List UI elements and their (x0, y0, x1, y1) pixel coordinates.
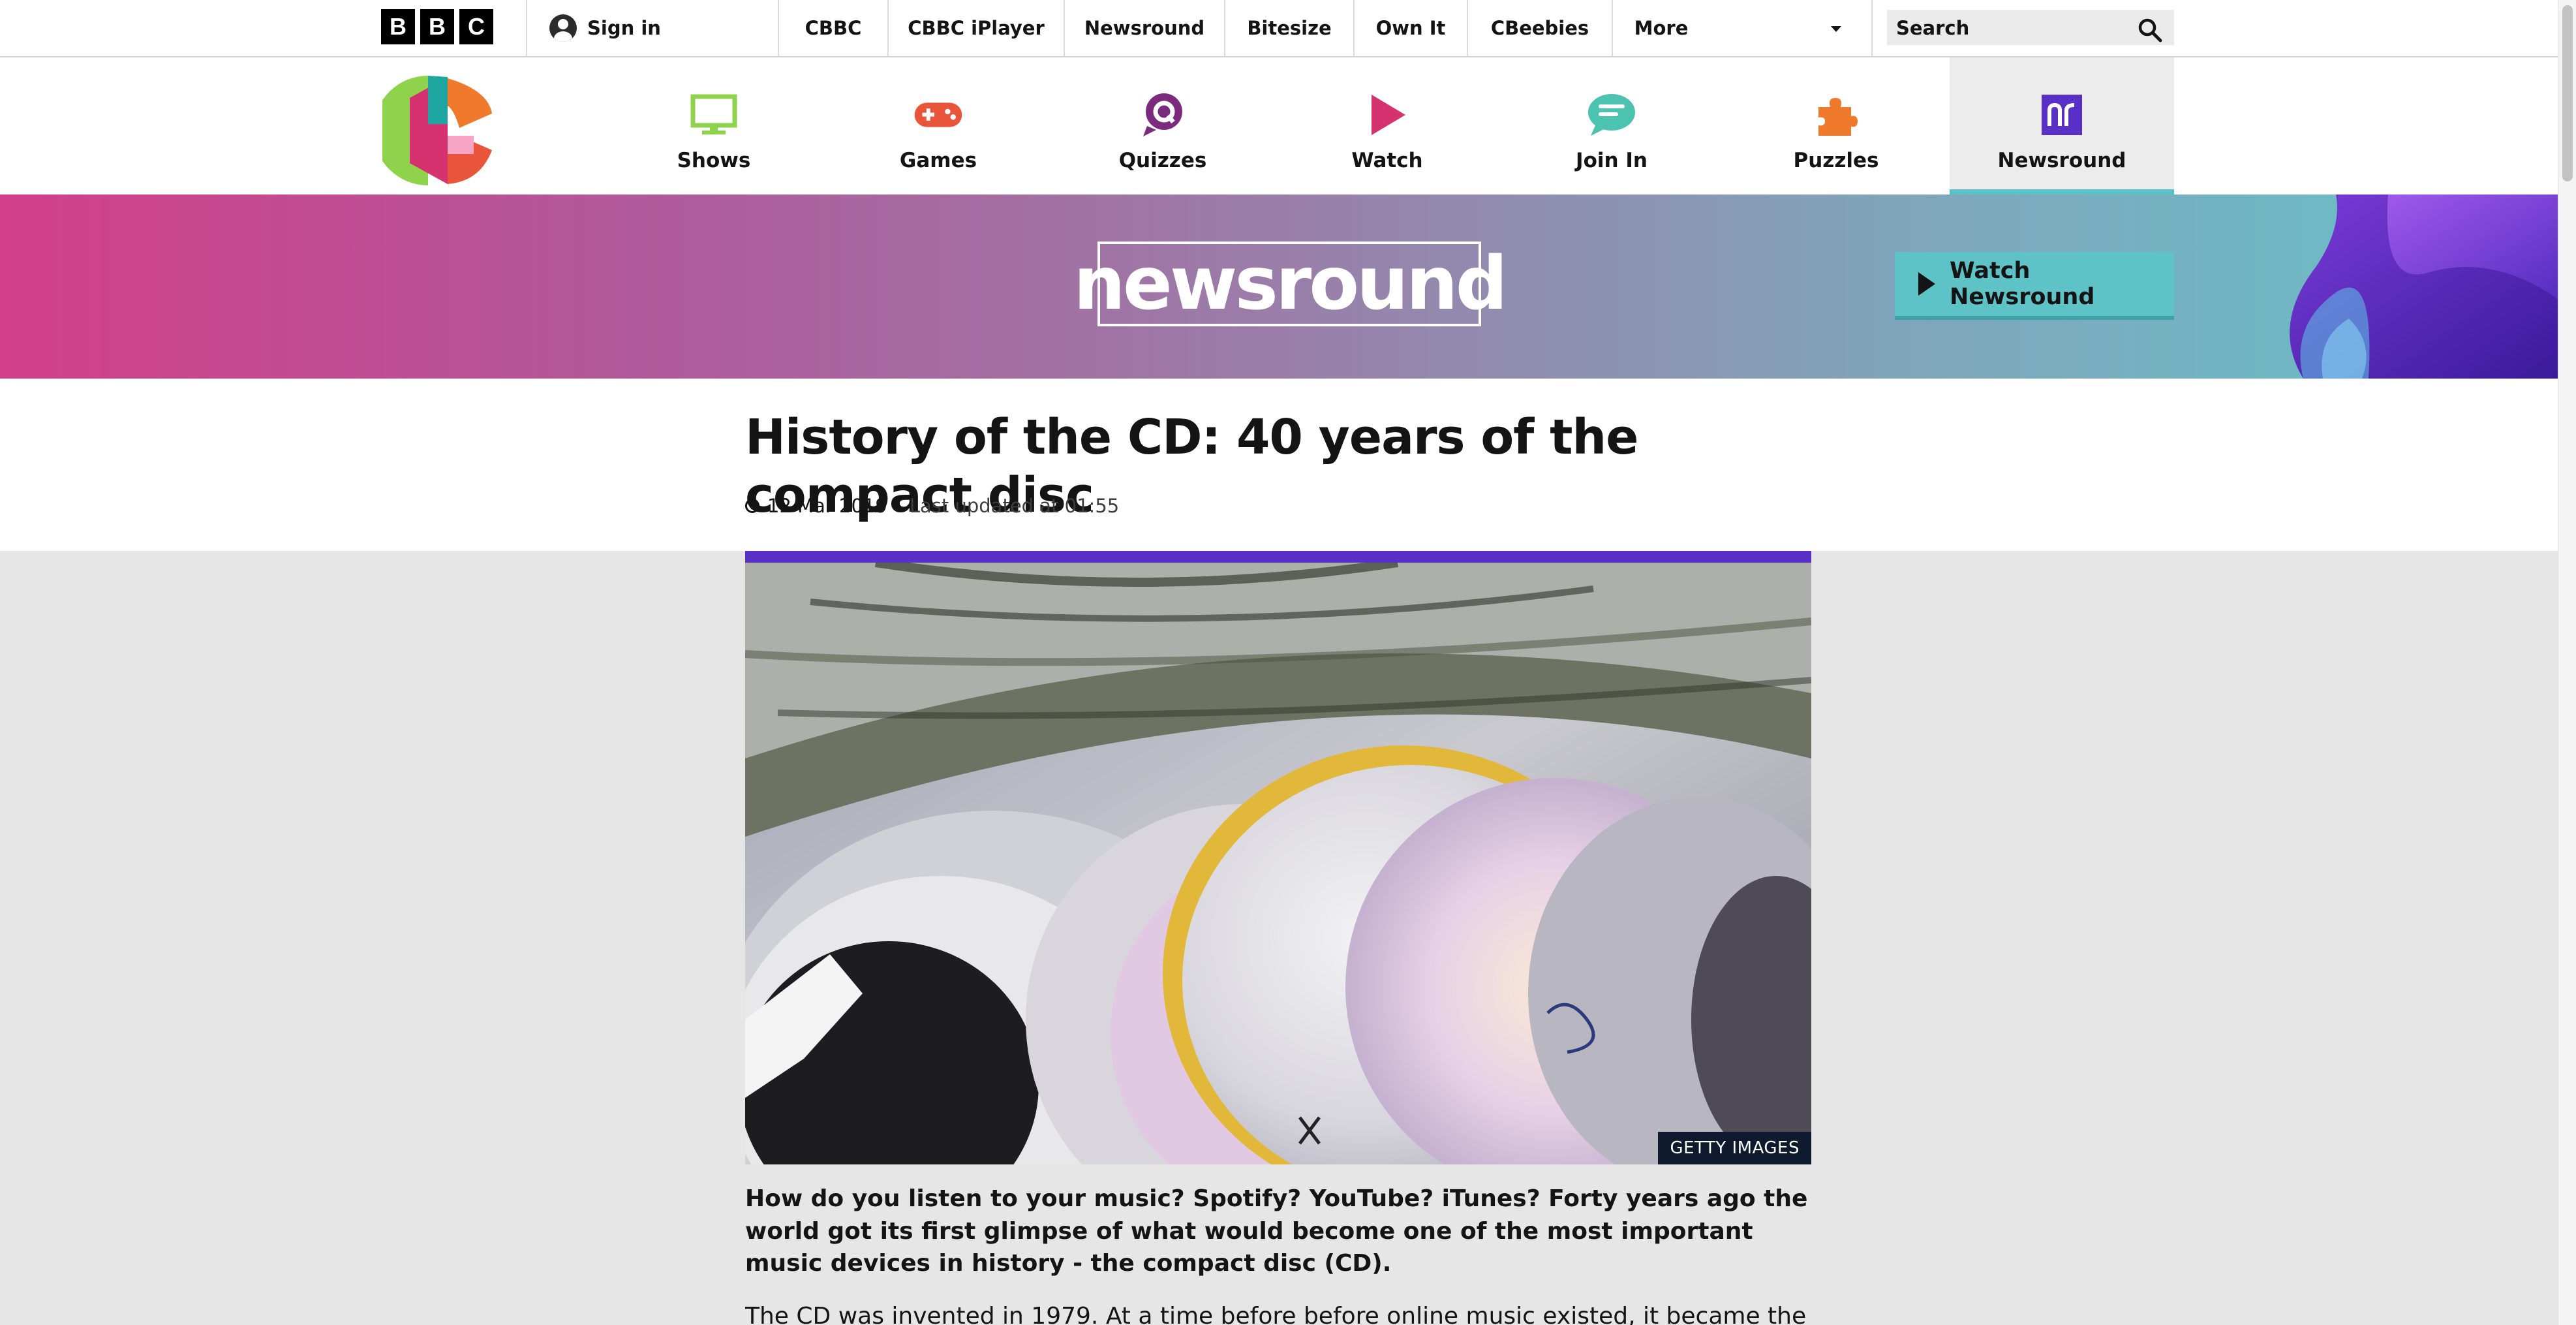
sign-in-label: Sign in (587, 17, 661, 39)
bbc-logo-letter: B (420, 9, 454, 44)
nav-link-bitesize[interactable]: Bitesize (1225, 0, 1353, 56)
chevron-down-icon[interactable] (1831, 26, 1841, 32)
date-text: 12 Mar 2019 (767, 495, 887, 517)
last-updated: Last updated at 01:55 (909, 495, 1120, 517)
search-icon[interactable] (2136, 16, 2164, 44)
tv-icon (689, 90, 739, 140)
nav-item-watch[interactable]: Watch (1275, 57, 1499, 195)
bbc-global-bar: B B C Sign in CBBC CBBC iPlayer Newsroun… (0, 0, 2558, 57)
newsround-banner: newsround Watch Newsround (0, 195, 2558, 379)
nav-link-cbbc[interactable]: CBBC (779, 0, 887, 56)
cbbc-logo[interactable] (382, 72, 493, 189)
nav-item-quizzes[interactable]: Quizzes (1050, 57, 1275, 195)
article-header: History of the CD: 40 years of the compa… (0, 379, 2558, 551)
cbbc-nav: Shows Games Quizzes Watch Join In Puzzle… (0, 57, 2558, 195)
newsround-icon (2037, 90, 2087, 140)
nav-item-label: Newsround (1997, 149, 2126, 172)
newsround-logo[interactable]: newsround (1073, 242, 1508, 326)
nav-item-join-in[interactable]: Join In (1499, 57, 1724, 195)
nav-item-newsround[interactable]: Newsround (1950, 57, 2174, 195)
watch-newsround-button[interactable]: Watch Newsround (1895, 252, 2174, 320)
gamepad-icon (913, 90, 963, 140)
nav-item-label: Quizzes (1118, 149, 1207, 172)
play-icon (1918, 272, 1935, 296)
article-image: GETTY IMAGES (745, 551, 1811, 1164)
article-date: 12 Mar 2019 (745, 495, 887, 517)
nav-link-cbeebies[interactable]: CBeebies (1468, 0, 1612, 56)
compact-discs-photo (745, 563, 1811, 1164)
nav-item-label: Watch (1351, 149, 1423, 172)
nav-item-games[interactable]: Games (826, 57, 1050, 195)
nav-link-own-it[interactable]: Own It (1355, 0, 1467, 56)
nav-link-newsround[interactable]: Newsround (1065, 0, 1224, 56)
nav-link-cbbc-iplayer[interactable]: CBBC iPlayer (889, 0, 1064, 56)
quiz-icon (1138, 90, 1188, 140)
image-caption: GETTY IMAGES (1658, 1132, 1811, 1164)
puzzle-icon (1811, 90, 1861, 140)
clock-icon (745, 499, 759, 513)
nav-item-label: Shows (677, 149, 751, 172)
scrollbar-thumb[interactable] (2562, 5, 2573, 181)
bbc-logo-letter: B (381, 9, 415, 44)
banner-decoration (2290, 195, 2558, 379)
nav-item-label: Join In (1576, 149, 1648, 172)
bbc-logo[interactable]: B B C (381, 9, 493, 44)
chat-icon (1587, 90, 1636, 140)
article-intro: How do you listen to your music? Spotify… (745, 1185, 1808, 1277)
search-input[interactable] (1896, 15, 2111, 41)
user-icon (549, 14, 577, 42)
sign-in-link[interactable]: Sign in (549, 14, 661, 42)
divider (526, 0, 527, 56)
nav-item-label: Games (899, 149, 977, 172)
nav-item-label: Puzzles (1793, 149, 1879, 172)
nav-link-more[interactable]: More (1613, 0, 1710, 56)
page-scrollbar[interactable] (2558, 0, 2576, 1325)
play-icon (1362, 90, 1412, 140)
article-body: GETTY IMAGES How do you listen to your m… (0, 551, 2558, 1325)
article-meta: 12 Mar 2019 Last updated at 01:55 (745, 495, 1119, 517)
article-paragraph: The CD was invented in 1979. At a time b… (745, 1303, 1815, 1325)
bbc-logo-letter: C (459, 9, 493, 44)
divider (1871, 0, 1873, 56)
watch-newsround-label: Watch Newsround (1950, 258, 2095, 310)
search-box (1887, 10, 2174, 45)
nav-item-shows[interactable]: Shows (602, 57, 826, 195)
nav-item-puzzles[interactable]: Puzzles (1724, 57, 1948, 195)
